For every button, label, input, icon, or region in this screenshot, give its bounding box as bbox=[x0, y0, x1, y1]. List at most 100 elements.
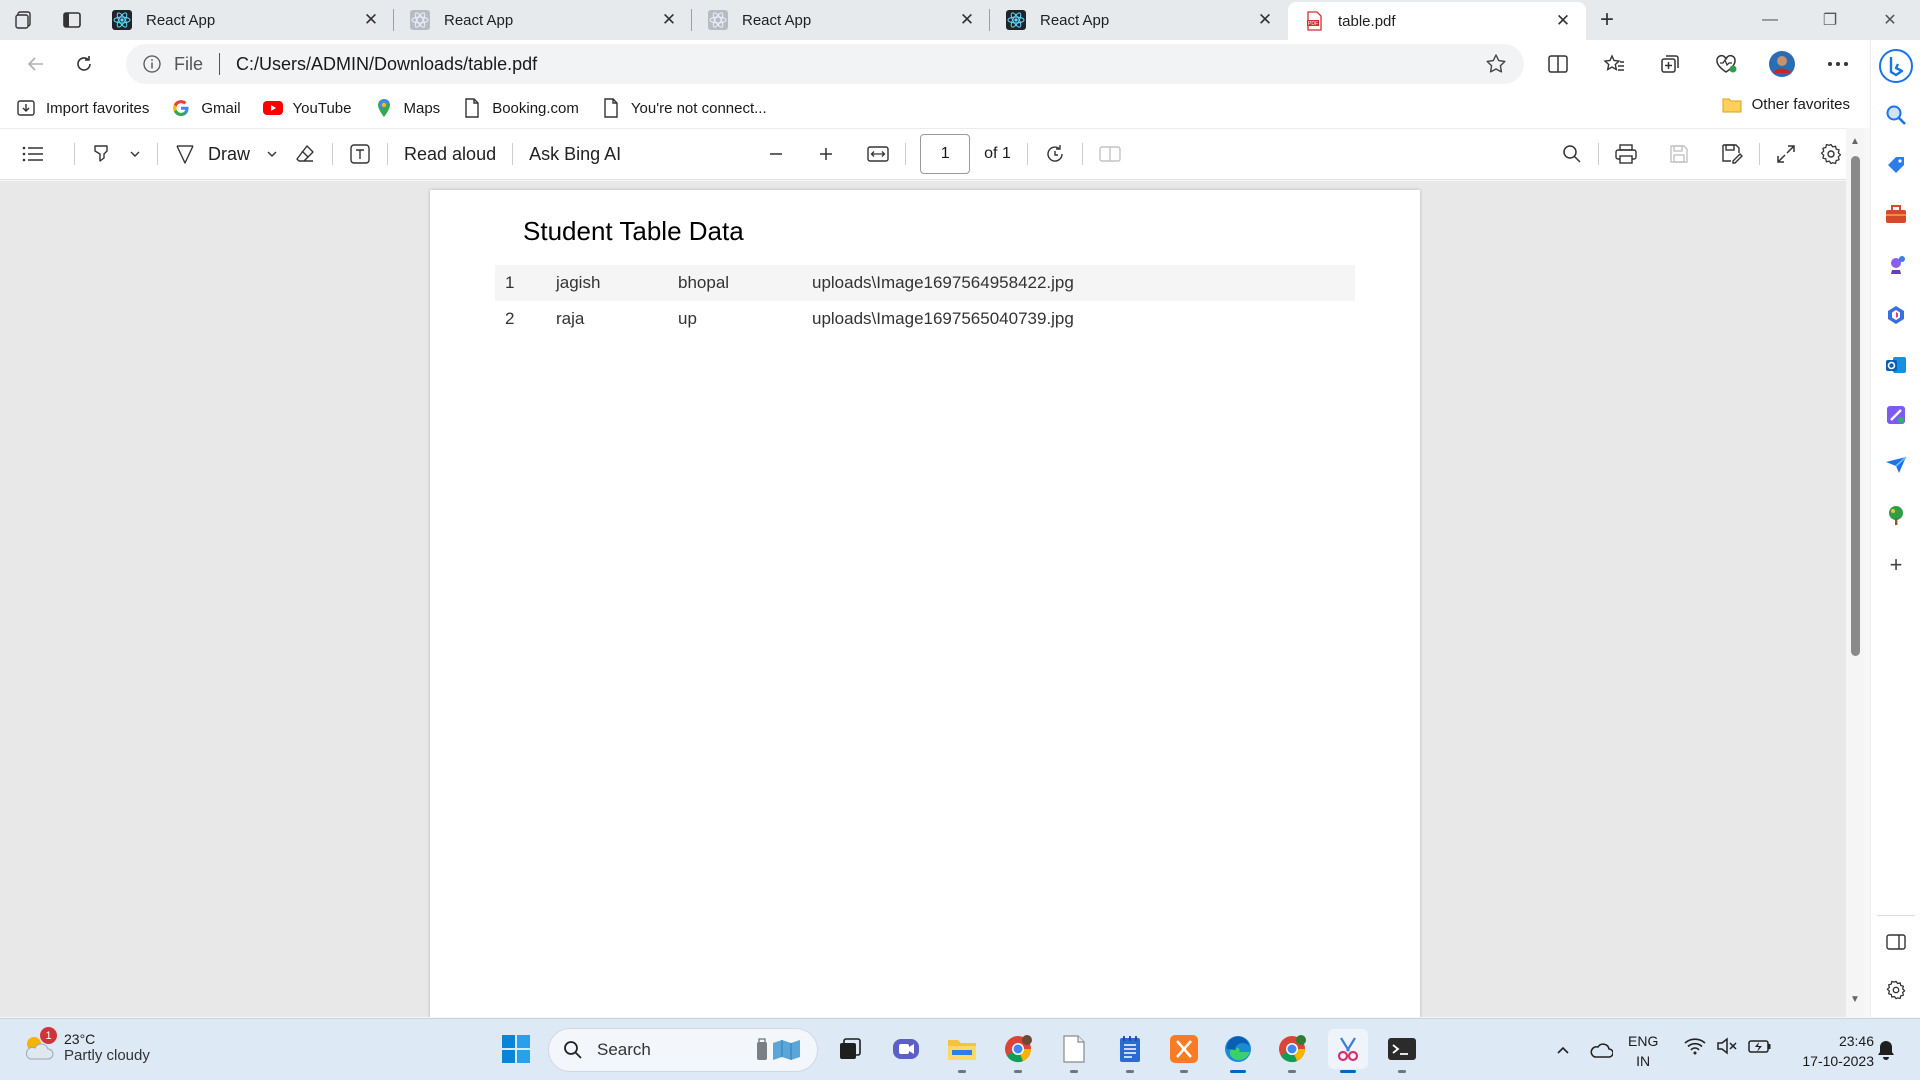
workspaces-icon[interactable] bbox=[0, 0, 48, 40]
erase-icon[interactable] bbox=[286, 134, 324, 174]
favorites-icon[interactable] bbox=[1586, 44, 1642, 84]
favorite-label: Import favorites bbox=[46, 99, 150, 117]
tab-title: React App bbox=[742, 11, 812, 29]
input-language[interactable]: ENG IN bbox=[1628, 1031, 1658, 1071]
restore-icon[interactable]: ❐ bbox=[1800, 0, 1860, 40]
scroll-down-arrow-icon[interactable]: ▼ bbox=[1850, 994, 1860, 1005]
draw-options-chevron-icon[interactable] bbox=[258, 134, 286, 174]
print-icon[interactable] bbox=[1607, 134, 1645, 174]
task-view-icon[interactable] bbox=[830, 1029, 870, 1069]
bing-copilot-icon[interactable] bbox=[1878, 48, 1914, 84]
new-tab-icon[interactable]: + bbox=[1586, 0, 1628, 40]
notepad-file-icon[interactable] bbox=[1054, 1029, 1094, 1073]
fit-to-width-icon[interactable] bbox=[859, 134, 897, 174]
snipping-tool-icon[interactable] bbox=[1328, 1029, 1368, 1073]
games-icon[interactable] bbox=[1881, 250, 1911, 280]
contents-icon[interactable] bbox=[14, 134, 52, 174]
scrollbar-thumb[interactable] bbox=[1851, 156, 1860, 656]
sidebar-settings-gear-icon[interactable] bbox=[1881, 975, 1911, 1005]
more-menu-icon[interactable] bbox=[1810, 44, 1866, 84]
browser-essentials-icon[interactable] bbox=[1698, 44, 1754, 84]
notepad-icon[interactable] bbox=[1110, 1029, 1150, 1073]
close-tab-icon[interactable]: ✕ bbox=[362, 10, 380, 29]
draw-button[interactable]: Draw bbox=[166, 134, 258, 174]
refresh-icon[interactable] bbox=[60, 44, 108, 84]
close-tab-icon[interactable]: ✕ bbox=[1256, 10, 1274, 29]
taskbar-search[interactable]: Search bbox=[548, 1028, 818, 1072]
close-tab-icon[interactable]: ✕ bbox=[660, 10, 678, 29]
teams-chat-icon[interactable] bbox=[886, 1029, 926, 1069]
terminal-icon[interactable] bbox=[1382, 1029, 1422, 1073]
close-tab-icon[interactable]: ✕ bbox=[958, 10, 976, 29]
weather-widget[interactable]: 1 23°C Partly cloudy bbox=[20, 1027, 150, 1065]
designer-icon[interactable] bbox=[1881, 400, 1911, 430]
quick-settings[interactable] bbox=[1684, 1037, 1772, 1055]
pdf-viewer[interactable]: Student Table Data 1 jagish bhopal uploa… bbox=[0, 181, 1846, 1017]
zoom-in-icon[interactable] bbox=[809, 134, 843, 174]
outlook-icon[interactable] bbox=[1881, 350, 1911, 380]
clock[interactable]: 23:46 17-10-2023 bbox=[1784, 1031, 1874, 1071]
page-number-input[interactable]: 1 bbox=[920, 134, 971, 174]
hide-sidebar-icon[interactable] bbox=[1881, 927, 1911, 957]
notification-bell-icon[interactable] bbox=[1876, 1039, 1896, 1061]
collections-icon[interactable] bbox=[1642, 44, 1698, 84]
tab-react-app-4[interactable]: React App ✕ bbox=[990, 0, 1288, 40]
close-tab-icon[interactable]: ✕ bbox=[1554, 11, 1572, 30]
close-window-icon[interactable]: ✕ bbox=[1860, 0, 1920, 40]
favorite-import[interactable]: Import favorites bbox=[16, 98, 149, 118]
tab-react-app-3[interactable]: React App ✕ bbox=[692, 0, 990, 40]
highlight-icon[interactable] bbox=[83, 134, 121, 174]
file-explorer-icon[interactable] bbox=[942, 1029, 982, 1073]
edge-browser-icon[interactable] bbox=[1218, 1029, 1258, 1073]
drop-icon[interactable] bbox=[1881, 450, 1911, 480]
tab-actions-icon[interactable] bbox=[48, 0, 96, 40]
shopping-icon[interactable] bbox=[1881, 150, 1911, 180]
other-favorites[interactable]: Other favorites bbox=[1722, 96, 1850, 113]
tools-icon[interactable] bbox=[1881, 200, 1911, 230]
add-sidebar-app-icon[interactable]: + bbox=[1881, 550, 1911, 580]
ask-bing-ai-button[interactable]: Ask Bing AI bbox=[521, 134, 629, 174]
info-icon[interactable] bbox=[142, 54, 162, 74]
tab-react-app-1[interactable]: React App ✕ bbox=[96, 0, 394, 40]
favorite-youtube[interactable]: YouTube bbox=[262, 98, 352, 118]
settings-gear-icon[interactable] bbox=[1812, 134, 1850, 174]
back-icon[interactable] bbox=[12, 44, 60, 84]
onedrive-cloud-icon[interactable] bbox=[1578, 1042, 1624, 1058]
favorite-star-icon[interactable] bbox=[1484, 52, 1508, 76]
find-icon[interactable] bbox=[1554, 134, 1590, 174]
language-line: IN bbox=[1636, 1053, 1651, 1069]
tab-table-pdf[interactable]: PDF table.pdf ✕ bbox=[1288, 2, 1586, 40]
minimize-icon[interactable]: — bbox=[1740, 0, 1800, 40]
vertical-scrollbar[interactable]: ▲ ▼ bbox=[1846, 128, 1864, 1017]
xampp-icon[interactable] bbox=[1164, 1029, 1204, 1073]
search-icon[interactable] bbox=[1881, 100, 1911, 130]
add-text-icon[interactable] bbox=[341, 134, 379, 174]
full-screen-icon[interactable] bbox=[1768, 134, 1804, 174]
favorite-not-connected[interactable]: You're not connect... bbox=[601, 98, 767, 118]
address-bar[interactable]: File C:/Users/ADMIN/Downloads/table.pdf bbox=[126, 44, 1524, 84]
tree-icon[interactable] bbox=[1881, 500, 1911, 530]
start-windows-icon[interactable] bbox=[496, 1029, 536, 1069]
tab-react-app-2[interactable]: React App ✕ bbox=[394, 0, 692, 40]
favorite-booking[interactable]: Booking.com bbox=[462, 98, 579, 118]
microsoft-365-icon[interactable] bbox=[1881, 300, 1911, 330]
table-cell-city: up bbox=[678, 309, 697, 328]
url-text[interactable]: C:/Users/ADMIN/Downloads/table.pdf bbox=[236, 54, 1484, 75]
highlight-options-chevron-icon[interactable] bbox=[121, 134, 149, 174]
rotate-icon[interactable] bbox=[1036, 134, 1074, 174]
save-as-icon[interactable] bbox=[1713, 134, 1751, 174]
zoom-out-icon[interactable] bbox=[759, 134, 793, 174]
split-screen-icon[interactable] bbox=[1530, 44, 1586, 84]
avatar[interactable] bbox=[1754, 44, 1810, 84]
show-hidden-icons-chevron-icon[interactable] bbox=[1548, 1045, 1578, 1055]
scroll-up-arrow-icon[interactable]: ▲ bbox=[1850, 136, 1860, 147]
favorite-gmail[interactable]: Gmail bbox=[171, 98, 241, 118]
read-aloud-button[interactable]: Read aloud bbox=[396, 134, 504, 174]
running-indicator bbox=[1288, 1070, 1296, 1073]
chrome-profile-icon[interactable] bbox=[998, 1029, 1038, 1073]
chrome-icon[interactable] bbox=[1272, 1029, 1312, 1073]
toolbar-divider bbox=[1081, 143, 1083, 165]
favorite-maps[interactable]: Maps bbox=[374, 98, 440, 118]
sidebar-divider bbox=[1877, 915, 1915, 916]
weather-condition: Partly cloudy bbox=[64, 1046, 150, 1064]
